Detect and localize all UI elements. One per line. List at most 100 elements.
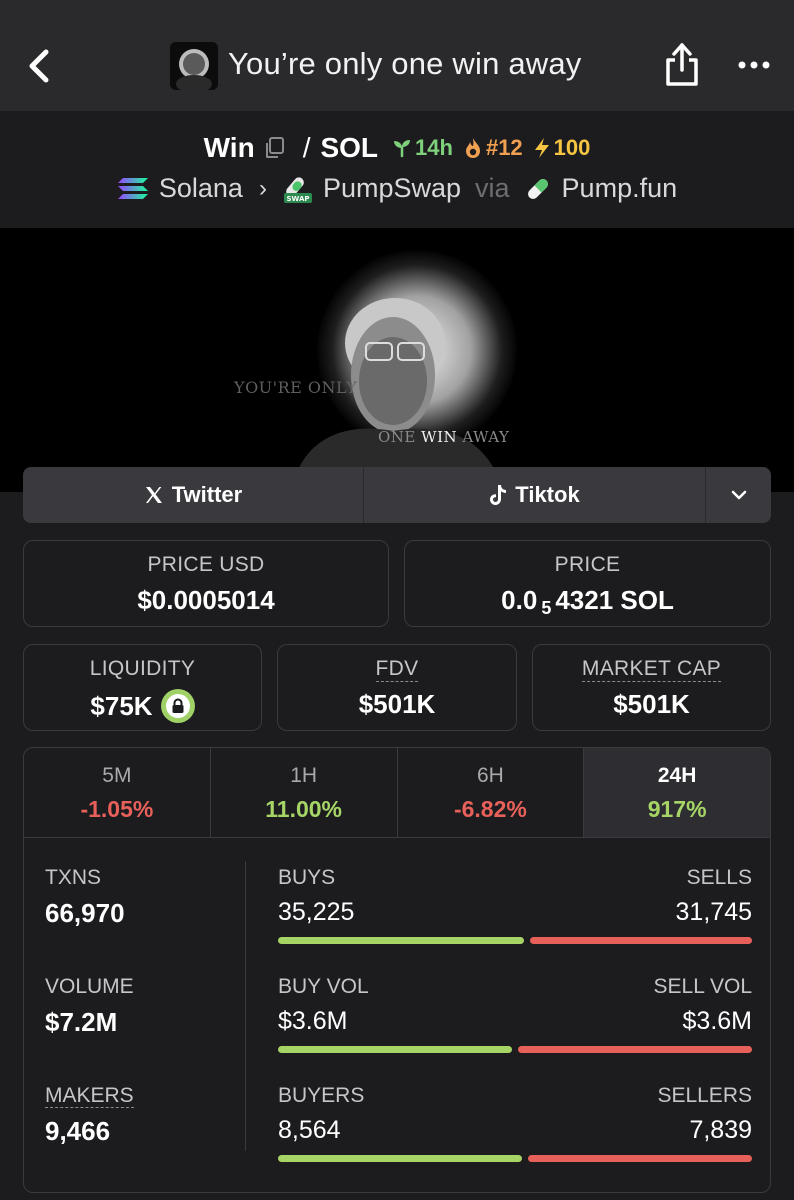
launchpad-name[interactable]: Pump.fun — [562, 173, 678, 204]
price-usd-value: $0.0005014 — [137, 585, 275, 615]
tab-24h-label: 24H — [657, 764, 697, 787]
tab-1h-label: 1H — [290, 764, 318, 787]
pill-icon — [527, 178, 548, 199]
stats-divider — [245, 861, 246, 1151]
more-socials-dropdown[interactable] — [706, 467, 771, 523]
more-horizontal-icon[interactable] — [736, 50, 772, 80]
fdv-card[interactable]: FDV $501K — [277, 644, 517, 731]
share-icon[interactable] — [662, 40, 702, 88]
lightning-icon — [534, 138, 549, 158]
tiktok-label: Tiktok — [515, 482, 580, 507]
volume-stat: VOLUME $7.2M — [45, 975, 225, 1038]
mcap-value: $501K — [613, 689, 690, 719]
token-symbol: Win — [203, 132, 255, 163]
tab-6h-label: 6H — [476, 764, 504, 787]
twitter-button[interactable]: Twitter — [23, 467, 364, 523]
buys-label: BUYS — [278, 866, 336, 889]
buyers-sellers-row: BUYERS SELLERS 8,564 7,839 — [278, 1084, 752, 1162]
sells-label: SELLS — [686, 866, 752, 889]
pair-separator: / — [302, 132, 311, 163]
liquidity-card: LIQUIDITY $75K — [23, 644, 262, 731]
banner-word-win: WIN — [421, 428, 458, 446]
sprout-icon — [394, 140, 411, 158]
volume-label: VOLUME — [45, 975, 134, 998]
sellers-value: 7,839 — [689, 1116, 752, 1144]
x-logo-icon — [145, 487, 162, 503]
sell-vol-label: SELL VOL — [653, 975, 752, 998]
buys-sells-row: BUYS SELLS 35,225 31,745 — [278, 866, 752, 944]
tab-5m-label: 5M — [102, 764, 132, 787]
buyers-value: 8,564 — [278, 1116, 341, 1144]
tab-24h-change: 917% — [647, 796, 707, 822]
makers-value: 9,466 — [45, 1116, 111, 1146]
price-sol-zero-count: 5 — [541, 598, 552, 618]
buys-value: 35,225 — [278, 898, 355, 926]
sells-bar-fill — [530, 937, 752, 944]
buyers-label: BUYERS — [278, 1084, 365, 1107]
token-header: Win / SOL 14h #12 100 Solana › SWAP Pump… — [0, 111, 794, 228]
buys-bar-fill — [278, 937, 524, 944]
price-usd-label: PRICE USD — [147, 553, 265, 576]
quote-symbol: SOL — [320, 132, 379, 163]
price-sol-suffix: 4321 SOL — [555, 585, 674, 615]
liquidity-row: $75K — [24, 689, 261, 723]
tab-1h-change: 11.00% — [265, 796, 342, 822]
banner-text-2: ONE WIN AWAY — [378, 428, 509, 446]
chain-row: Solana › SWAP PumpSwap via Pump.fun — [0, 173, 794, 204]
rank-value: #12 — [485, 135, 523, 160]
sellers-label: SELLERS — [657, 1084, 752, 1107]
makers-label-wrap: MAKERS — [45, 1084, 225, 1108]
copy-icon[interactable] — [263, 136, 285, 160]
tab-6h-change: -6.82% — [453, 796, 527, 822]
tiktok-button[interactable]: Tiktok — [364, 467, 706, 523]
lock-icon[interactable] — [160, 689, 195, 723]
buy-vol-bar-fill — [278, 1046, 512, 1053]
solana-icon — [117, 177, 148, 199]
buy-sell-volume-row: BUY VOL SELL VOL $3.6M $3.6M — [278, 975, 752, 1053]
market-cap-card[interactable]: MARKET CAP $501K — [532, 644, 771, 731]
sellers-bar-fill — [528, 1155, 752, 1162]
txns-label: TXNS — [45, 866, 102, 889]
stats-panel: 5M -1.05% 1H 11.00% 6H -6.82% 24H 917% T… — [23, 747, 771, 1193]
buys-sells-bar — [278, 937, 752, 944]
tab-1h[interactable]: 1H 11.00% — [211, 748, 398, 837]
twitter-label: Twitter — [171, 482, 243, 507]
price-sol-prefix: 0.0 — [501, 585, 538, 615]
chevron-left-icon[interactable] — [22, 46, 56, 86]
buy-sell-volume-bar — [278, 1046, 752, 1053]
banner-word-one: ONE — [378, 428, 416, 446]
sells-value: 31,745 — [675, 898, 752, 926]
dex-name[interactable]: PumpSwap — [323, 173, 461, 204]
banner-text-1: YOU'RE ONLY — [234, 378, 358, 397]
svg-text:SWAP: SWAP — [286, 195, 309, 203]
buyers-sellers-bar — [278, 1155, 752, 1162]
liquidity-value: $75K — [90, 690, 153, 721]
pair-row: Win / SOL 14h #12 100 — [0, 132, 794, 164]
chevron-down-icon — [731, 490, 746, 500]
liquidity-label: LIQUIDITY — [89, 657, 196, 680]
mcap-label: MARKET CAP — [581, 657, 722, 682]
social-links-bar: Twitter Tiktok — [23, 467, 771, 523]
tab-5m[interactable]: 5M -1.05% — [24, 748, 211, 837]
fdv-label-wrap: FDV — [278, 657, 516, 682]
tab-24h[interactable]: 24H 917% — [584, 748, 770, 837]
tab-6h[interactable]: 6H -6.82% — [398, 748, 585, 837]
price-sol-value: 0.0 5 4321 SOL — [405, 585, 770, 618]
banner-word-away: AWAY — [462, 428, 510, 446]
tab-5m-change: -1.05% — [80, 796, 154, 822]
boost-value: 100 — [553, 135, 591, 160]
rank-badge: #12 — [463, 135, 523, 161]
boost-badge: 100 — [533, 135, 591, 161]
fdv-value: $501K — [358, 689, 436, 719]
top-nav-bar: You’re only one win away — [0, 0, 794, 111]
buy-vol-label: BUY VOL — [278, 975, 369, 998]
buy-vol-value: $3.6M — [278, 1007, 348, 1035]
makers-label: MAKERS — [45, 1084, 134, 1108]
chevron-right-icon: › — [258, 174, 267, 202]
buyers-bar-fill — [278, 1155, 522, 1162]
age-badge: 14h — [392, 135, 453, 161]
chain-name[interactable]: Solana — [159, 173, 243, 204]
via-label: via — [475, 173, 510, 203]
makers-stat[interactable]: MAKERS 9,466 — [45, 1084, 225, 1147]
page-title: You’re only one win away — [228, 46, 582, 81]
